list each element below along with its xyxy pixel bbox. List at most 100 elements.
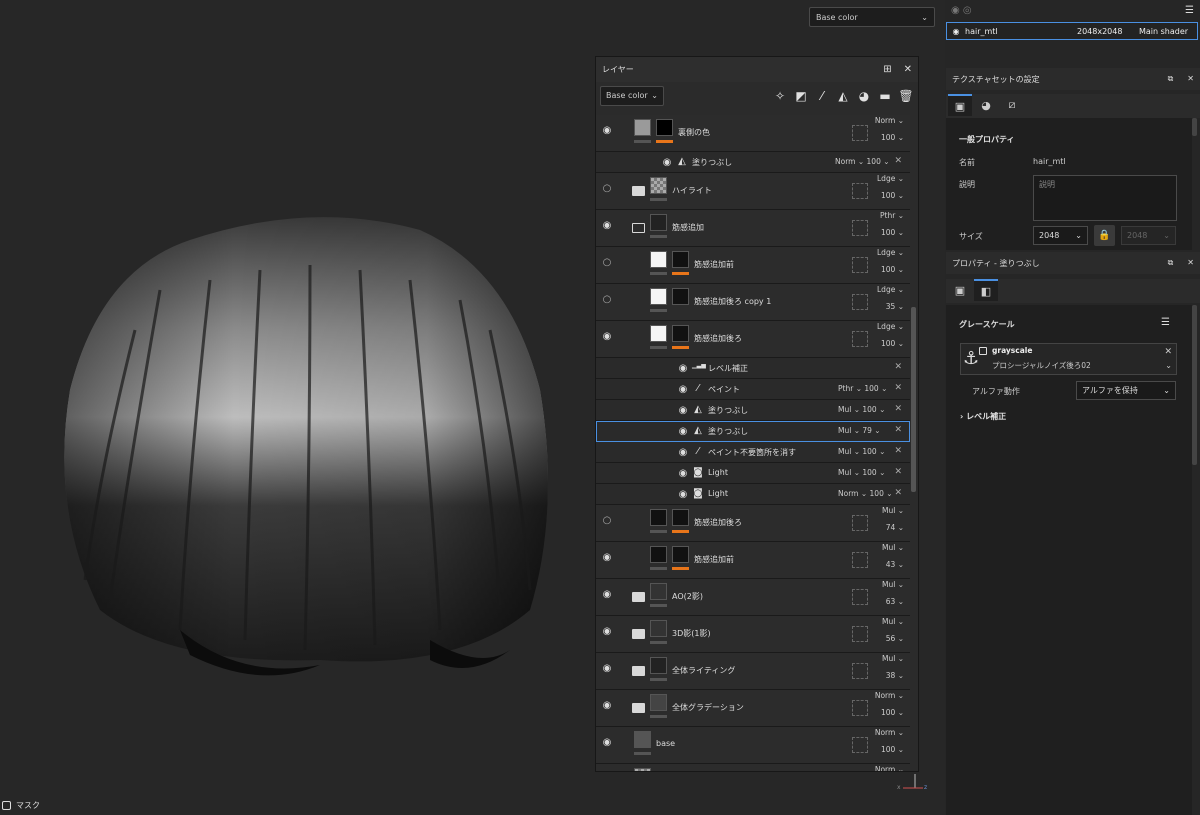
tab-uv[interactable]: ⧄	[1000, 94, 1024, 116]
folder-icon[interactable]	[632, 592, 645, 602]
chevron-down-icon[interactable]: ⌄	[1165, 361, 1172, 370]
remove-effect-icon[interactable]: ✕	[894, 404, 902, 414]
layer-thumbnail[interactable]	[650, 214, 667, 231]
filter-icon[interactable]: ◕	[856, 89, 872, 103]
layer-thumbnail[interactable]	[650, 583, 667, 600]
blend-mode[interactable]: Norm	[875, 765, 895, 771]
opacity-value[interactable]: 100	[870, 489, 884, 498]
eye-icon[interactable]: ◉	[600, 126, 614, 136]
effect-blend-control[interactable]: Mul ⌄ 100 ⌄	[838, 405, 885, 414]
layer-thumbnail[interactable]	[650, 546, 667, 563]
eye-icon[interactable]: ◉	[600, 701, 614, 711]
magic-wand-icon[interactable]: ✧	[772, 89, 788, 103]
opacity-value[interactable]: 100	[862, 468, 876, 477]
layer-row[interactable]: ○ 筋感追加後ろ copy 1 Ldge ⌄ 35 ⌄	[596, 284, 910, 321]
eye-icon[interactable]: ◉	[676, 427, 690, 437]
alpha-behavior-select[interactable]: アルファを保持 ⌄	[1076, 381, 1176, 400]
tab-general[interactable]: ▣	[948, 94, 972, 116]
blend-control[interactable]: Mul ⌄ 43 ⌄	[864, 539, 904, 573]
layer-row[interactable]: ◉ 3D影(1影) Mul ⌄ 56 ⌄	[596, 616, 910, 653]
effect-blend-control[interactable]: Mul ⌄ 79 ⌄	[838, 426, 881, 435]
layer-thumbnail[interactable]	[650, 694, 667, 711]
eye-icon[interactable]: ◉	[600, 553, 614, 563]
levels-section-toggle[interactable]: › レベル補正	[960, 411, 1006, 422]
layer-row[interactable]: ○ 筋感追加後ろ Mul ⌄ 74 ⌄	[596, 505, 910, 542]
mask-thumbnail[interactable]	[672, 509, 689, 526]
layer-row[interactable]: ◉ base Norm ⌄ 100 ⌄	[596, 727, 910, 764]
folder-icon[interactable]: ▬	[877, 89, 893, 103]
layer-row[interactable]: ◉ 筋感追加前 Mul ⌄ 43 ⌄	[596, 542, 910, 579]
eye-icon[interactable]: ◉	[600, 332, 614, 342]
layer-thumbnail[interactable]	[650, 288, 667, 305]
eye-icon[interactable]: ◉	[600, 627, 614, 637]
folder-icon[interactable]	[632, 666, 645, 676]
remove-effect-icon[interactable]: ✕	[894, 156, 902, 166]
mask-toggle[interactable]: マスク	[2, 800, 40, 811]
layer-row[interactable]: ◉ 筋感追加 Pthr ⌄ 100 ⌄	[596, 210, 910, 247]
settings-scrollbar[interactable]	[1192, 118, 1197, 136]
texture-set-row[interactable]: ◉ hair_mtl 2048x2048 Main shader	[946, 22, 1198, 40]
trash-icon[interactable]: 🗑	[898, 89, 914, 103]
layer-row[interactable]: ◉ 全体グラデーション Norm ⌄ 100 ⌄	[596, 690, 910, 727]
blend-control[interactable]: Ldge ⌄ 100 ⌄	[864, 244, 904, 278]
blend-mode[interactable]: Mul	[882, 580, 895, 589]
effect-row[interactable]: ◉ ◭ 塗りつぶし Mul ⌄ 79 ⌄ ✕	[596, 421, 910, 442]
folder-icon[interactable]	[632, 629, 645, 639]
eye-hidden-icon[interactable]: ○	[600, 258, 614, 268]
blend-mode[interactable]: Mul	[838, 405, 851, 414]
blend-mode[interactable]: Pthr	[880, 211, 895, 220]
eye-icon[interactable]: ◉	[676, 469, 690, 479]
layer-row[interactable]: ○ 筋感追加前 Ldge ⌄ 100 ⌄	[596, 247, 910, 284]
blend-mode[interactable]: Mul	[882, 543, 895, 552]
opacity-value[interactable]: 56	[886, 634, 896, 643]
mask-thumbnail[interactable]	[672, 288, 689, 305]
blend-mode[interactable]: Mul	[882, 506, 895, 515]
blend-control[interactable]: Ldge ⌄ 100 ⌄	[864, 170, 904, 204]
viewport-channel-select[interactable]: Base color ⌄	[809, 7, 935, 27]
blend-mode[interactable]: Ldge	[877, 285, 895, 294]
blend-control[interactable]: Norm ⌄ 100 ⌄	[864, 724, 904, 758]
opacity-value[interactable]: 100	[881, 228, 895, 237]
eye-hidden-icon[interactable]: ○	[600, 516, 614, 526]
layer-thumbnail[interactable]	[650, 657, 667, 674]
layer-thumbnail[interactable]	[634, 768, 651, 771]
remove-effect-icon[interactable]: ✕	[894, 488, 902, 498]
folder-icon[interactable]	[632, 703, 645, 713]
layer-row[interactable]: ◉ 裏側の色 Norm ⌄ 100 ⌄	[596, 115, 910, 152]
eye-icon[interactable]: ◉	[660, 158, 674, 168]
effect-row[interactable]: ◉ ◭ 塗りつぶし Mul ⌄ 100 ⌄ ✕	[596, 400, 910, 421]
list-settings-icon[interactable]: ☰	[1161, 317, 1170, 328]
layer-list-scrollbar[interactable]	[911, 307, 916, 492]
blend-mode[interactable]: Mul	[882, 654, 895, 663]
add-mask-icon[interactable]: ◩	[793, 89, 809, 103]
paint-brush-icon[interactable]: ⁄	[814, 89, 830, 103]
close-icon[interactable]: ✕	[904, 64, 912, 75]
opacity-value[interactable]: 43	[886, 560, 896, 569]
eye-icon[interactable]: ◉	[676, 490, 690, 500]
effect-row[interactable]: ◉ ⁄ ペイント不要箇所を消す Mul ⌄ 100 ⌄ ✕	[596, 442, 910, 463]
blend-mode[interactable]: Ldge	[877, 322, 895, 331]
fill-icon[interactable]: ◭	[835, 89, 851, 103]
blend-mode[interactable]: Mul	[838, 426, 851, 435]
blend-mode[interactable]: Norm	[835, 157, 855, 166]
eye-icon[interactable]: ◉	[600, 738, 614, 748]
layer-thumbnail[interactable]	[634, 119, 651, 136]
effect-row[interactable]: ◉ ◙ Light Norm ⌄ 100 ⌄ ✕	[596, 484, 910, 505]
description-field[interactable]: 説明	[1033, 175, 1177, 221]
blend-control[interactable]: Norm ⌄ 100 ⌄	[864, 112, 904, 146]
opacity-value[interactable]: 74	[886, 523, 896, 532]
layer-thumbnail[interactable]	[650, 325, 667, 342]
close-icon[interactable]: ✕	[1187, 74, 1194, 84]
blend-mode[interactable]: Ldge	[877, 248, 895, 257]
opacity-value[interactable]: 63	[886, 597, 896, 606]
layer-thumbnail[interactable]	[650, 620, 667, 637]
mask-thumbnail[interactable]	[656, 119, 673, 136]
eye-link-icon[interactable]: ◉ ◎	[951, 5, 972, 16]
blend-control[interactable]: Mul ⌄ 74 ⌄	[864, 502, 904, 536]
mask-thumbnail[interactable]	[672, 251, 689, 268]
eye-icon[interactable]: ◉	[676, 406, 690, 416]
effect-row[interactable]: ◉ ⁄ ペイント Pthr ⌄ 100 ⌄ ✕	[596, 379, 910, 400]
layer-thumbnail[interactable]	[650, 251, 667, 268]
mask-thumbnail[interactable]	[672, 325, 689, 342]
close-icon[interactable]: ✕	[1164, 347, 1172, 357]
